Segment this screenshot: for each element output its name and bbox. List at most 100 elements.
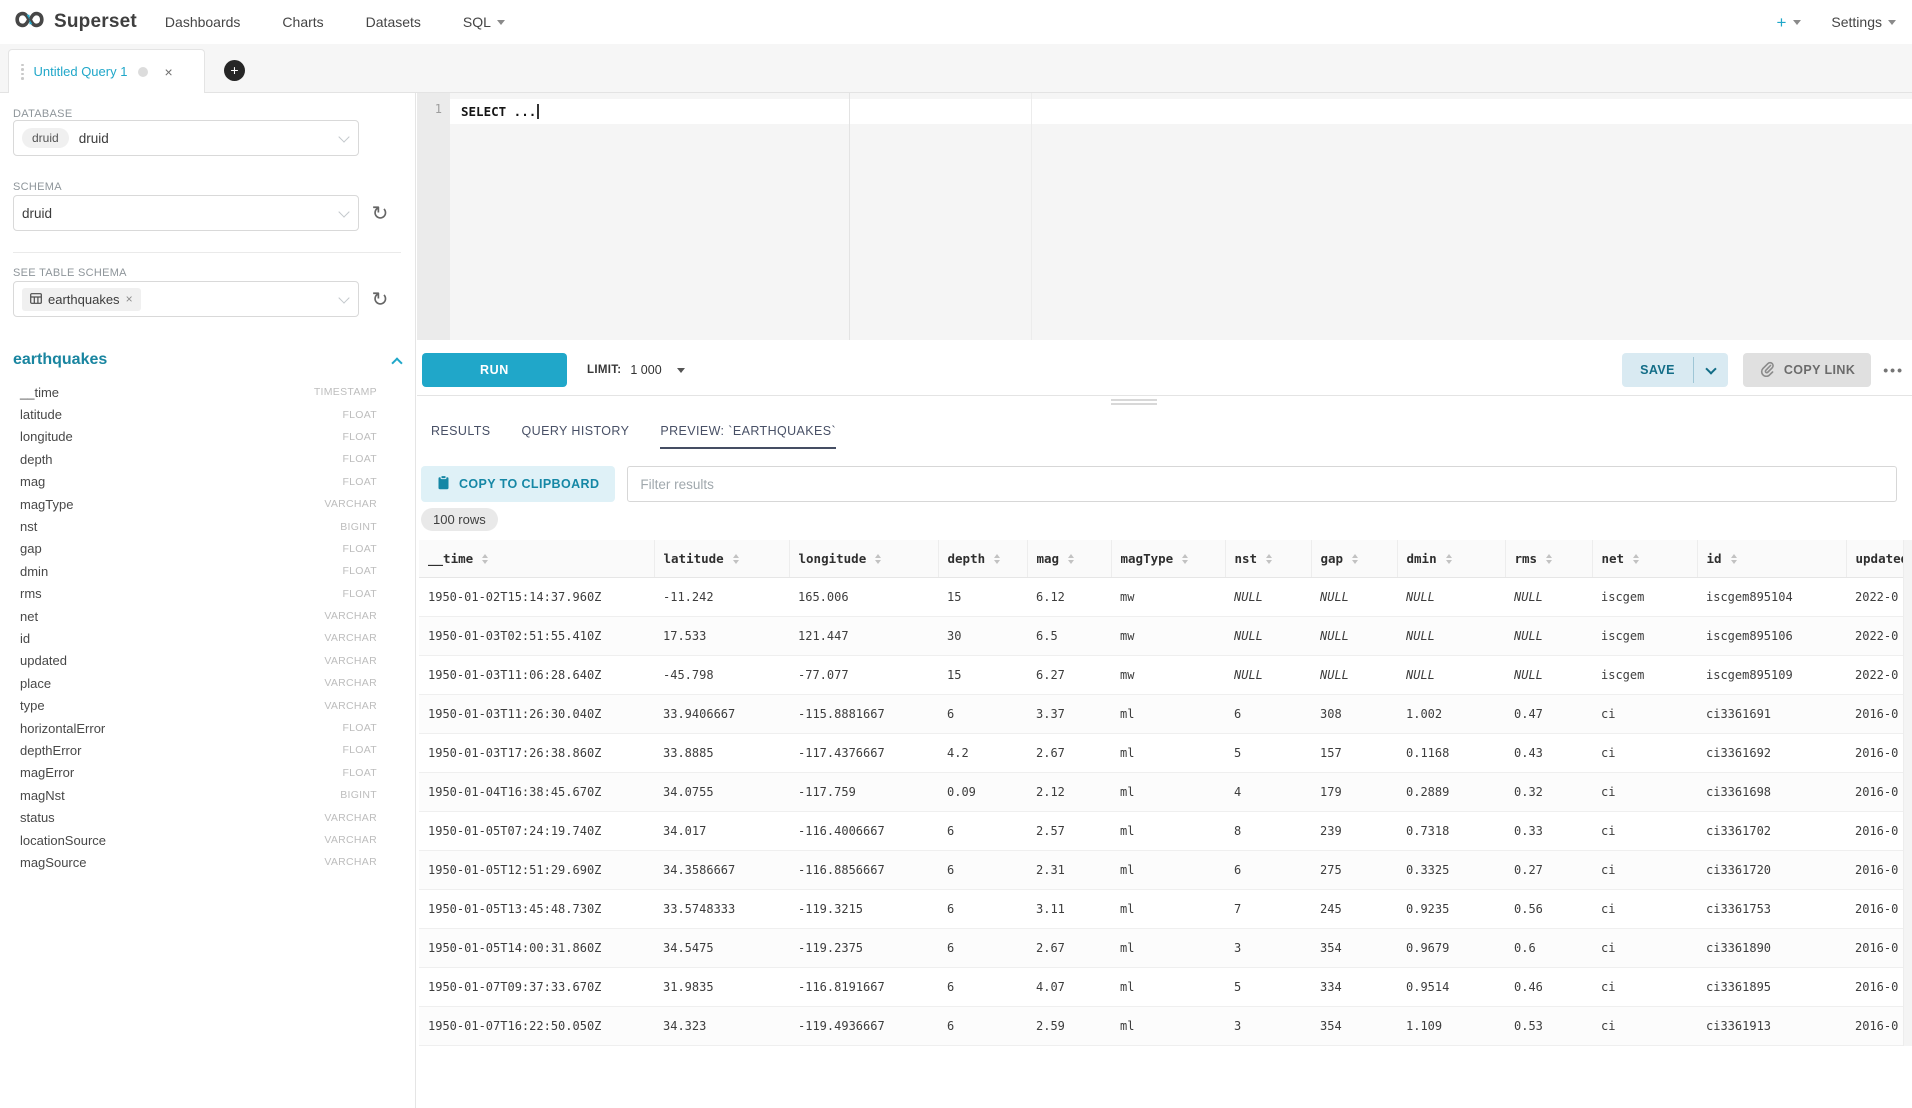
grid-cell: ml <box>1111 1006 1225 1045</box>
schema-column-row: rmsFLOAT <box>20 583 377 605</box>
table-name-heading[interactable]: earthquakes <box>13 351 107 369</box>
grid-header-id[interactable]: id <box>1697 540 1846 577</box>
filter-results-input[interactable] <box>627 466 1897 502</box>
grid-header-latitude[interactable]: latitude <box>654 540 789 577</box>
grid-cell: ci <box>1592 928 1697 967</box>
sort-icon[interactable] <box>1633 554 1639 564</box>
query-tab-title[interactable]: Untitled Query 1 <box>34 64 128 79</box>
refresh-tables-icon[interactable]: ↻ <box>369 288 391 310</box>
sort-icon[interactable] <box>1352 554 1358 564</box>
schema-column-type: FLOAT <box>342 565 377 577</box>
grid-cell: mw <box>1111 577 1225 616</box>
schema-column-name: rms <box>20 586 42 601</box>
database-select[interactable]: druid druid <box>13 120 359 156</box>
grid-header-longitude[interactable]: longitude <box>789 540 938 577</box>
nav-item-sql[interactable]: SQL <box>463 14 505 30</box>
grid-header-depth[interactable]: depth <box>938 540 1027 577</box>
limit-label: LIMIT: <box>587 364 621 376</box>
grid-cell: 308 <box>1311 694 1397 733</box>
sql-code-line[interactable]: SELECT ... <box>461 104 539 119</box>
grid-cell: 1950-01-04T16:38:45.670Z <box>419 772 654 811</box>
grid-header-rms[interactable]: rms <box>1505 540 1592 577</box>
sort-icon[interactable] <box>994 554 1000 564</box>
nav-item-datasets[interactable]: Datasets <box>366 14 421 30</box>
query-tab-active[interactable]: Untitled Query 1 × <box>8 49 205 93</box>
grid-scrollbar[interactable] <box>1903 540 1912 1046</box>
grid-cell: ci3361691 <box>1697 694 1846 733</box>
grid-header-dmin[interactable]: dmin <box>1397 540 1505 577</box>
drag-handle-icon[interactable] <box>21 64 24 80</box>
caret-down-icon <box>677 368 685 373</box>
schema-column-row: __timeTIMESTAMP <box>20 381 377 403</box>
sql-editor[interactable]: 1 SELECT ... <box>417 93 1912 340</box>
grid-cell: ci <box>1592 694 1697 733</box>
grid-row: 1950-01-03T11:26:30.040Z33.9406667-115.8… <box>419 694 1912 733</box>
editor-gutter: 1 <box>417 93 450 340</box>
sort-icon[interactable] <box>1546 554 1552 564</box>
close-tab-icon[interactable]: × <box>164 65 172 79</box>
table-select[interactable]: earthquakes × <box>13 281 359 317</box>
grid-header-nst[interactable]: nst <box>1225 540 1311 577</box>
save-options-button[interactable] <box>1694 353 1728 387</box>
run-button[interactable]: RUN <box>422 353 567 387</box>
sort-icon[interactable] <box>482 554 488 564</box>
grid-header-label: net <box>1602 551 1625 566</box>
schema-column-row: longitudeFLOAT <box>20 426 377 448</box>
limit-dropdown[interactable]: LIMIT: 1 000 <box>587 353 685 387</box>
sort-icon[interactable] <box>1731 554 1737 564</box>
grid-cell: ci3361913 <box>1697 1006 1846 1045</box>
schema-select[interactable]: druid <box>13 195 359 231</box>
nav-item-dashboards[interactable]: Dashboards <box>165 14 241 30</box>
schema-column-row: magNstBIGINT <box>20 784 377 806</box>
grid-cell: 34.5475 <box>654 928 789 967</box>
sort-icon[interactable] <box>1266 554 1272 564</box>
grid-cell: 245 <box>1311 889 1397 928</box>
grid-cell: 1.002 <box>1397 694 1505 733</box>
settings-menu[interactable]: Settings <box>1831 14 1896 30</box>
new-menu-button[interactable]: + <box>1776 14 1801 31</box>
schema-column-type: BIGINT <box>340 789 377 801</box>
grid-cell: ci <box>1592 1006 1697 1045</box>
grid-cell: 1950-01-02T15:14:37.960Z <box>419 577 654 616</box>
grid-header-magType[interactable]: magType <box>1111 540 1225 577</box>
collapse-panel-icon[interactable] <box>391 357 402 368</box>
chevron-down-icon <box>338 206 349 217</box>
sort-icon[interactable] <box>1068 554 1074 564</box>
database-type-badge: druid <box>22 128 69 148</box>
refresh-schema-icon[interactable]: ↻ <box>369 202 391 224</box>
grid-header-net[interactable]: net <box>1592 540 1697 577</box>
grid-row: 1950-01-02T15:14:37.960Z-11.242165.00615… <box>419 577 1912 616</box>
table-chip-label: earthquakes <box>48 292 120 307</box>
grid-cell: 0.1168 <box>1397 733 1505 772</box>
table-chip[interactable]: earthquakes × <box>22 288 141 311</box>
grid-header-mag[interactable]: mag <box>1027 540 1111 577</box>
more-actions-button[interactable]: ••• <box>1883 362 1904 378</box>
sort-icon[interactable] <box>1446 554 1452 564</box>
grid-header-gap[interactable]: gap <box>1311 540 1397 577</box>
results-tab-results[interactable]: RESULTS <box>431 415 491 449</box>
results-tab-preview[interactable]: PREVIEW: `EARTHQUAKES` <box>660 415 836 449</box>
schema-column-row: statusVARCHAR <box>20 806 377 828</box>
grid-header-__time[interactable]: __time <box>419 540 654 577</box>
grid-cell: 2.67 <box>1027 928 1111 967</box>
pane-resize-handle[interactable] <box>1111 399 1157 407</box>
schema-column-row: magFLOAT <box>20 471 377 493</box>
save-button[interactable]: SAVE <box>1622 353 1693 387</box>
copy-link-button[interactable]: COPY LINK <box>1743 353 1871 387</box>
sort-icon[interactable] <box>875 554 881 564</box>
grid-cell: 6.5 <box>1027 616 1111 655</box>
sort-icon[interactable] <box>733 554 739 564</box>
sort-icon[interactable] <box>1182 554 1188 564</box>
nav-item-charts[interactable]: Charts <box>282 14 323 30</box>
schema-column-row: gapFLOAT <box>20 538 377 560</box>
add-tab-button[interactable]: + <box>224 60 245 81</box>
caret-down-icon <box>1731 560 1737 564</box>
remove-table-icon[interactable]: × <box>126 292 133 306</box>
results-tab-query-history[interactable]: QUERY HISTORY <box>522 415 630 449</box>
copy-to-clipboard-button[interactable]: COPY TO CLIPBOARD <box>421 466 615 502</box>
grid-cell: 2.12 <box>1027 772 1111 811</box>
superset-brand[interactable]: Superset <box>14 10 137 34</box>
grid-cell: 30 <box>938 616 1027 655</box>
grid-cell: 1950-01-05T14:00:31.860Z <box>419 928 654 967</box>
grid-cell: NULL <box>1225 655 1311 694</box>
